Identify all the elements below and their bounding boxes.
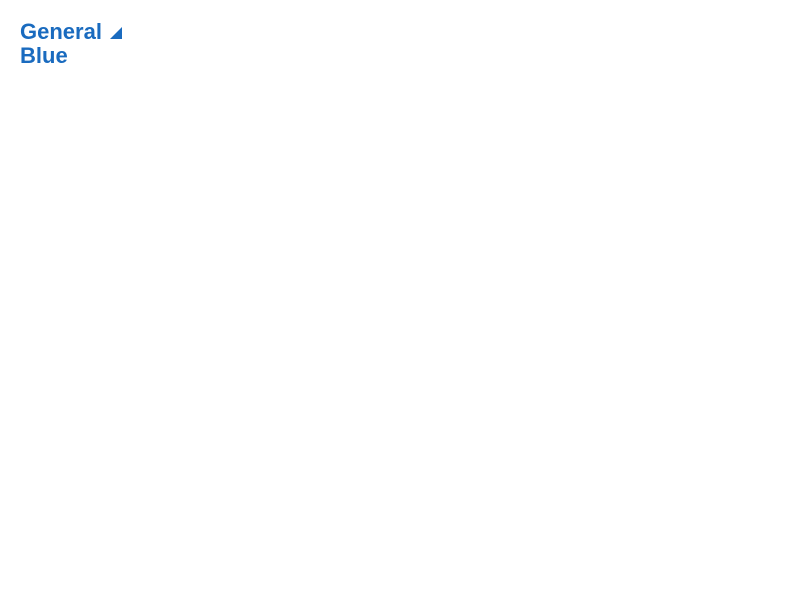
logo: General Blue <box>20 20 126 68</box>
logo-icon <box>104 21 126 43</box>
logo-text-blue: Blue <box>20 44 68 68</box>
page-header: General Blue <box>20 20 772 68</box>
logo-text-general: General <box>20 20 102 44</box>
